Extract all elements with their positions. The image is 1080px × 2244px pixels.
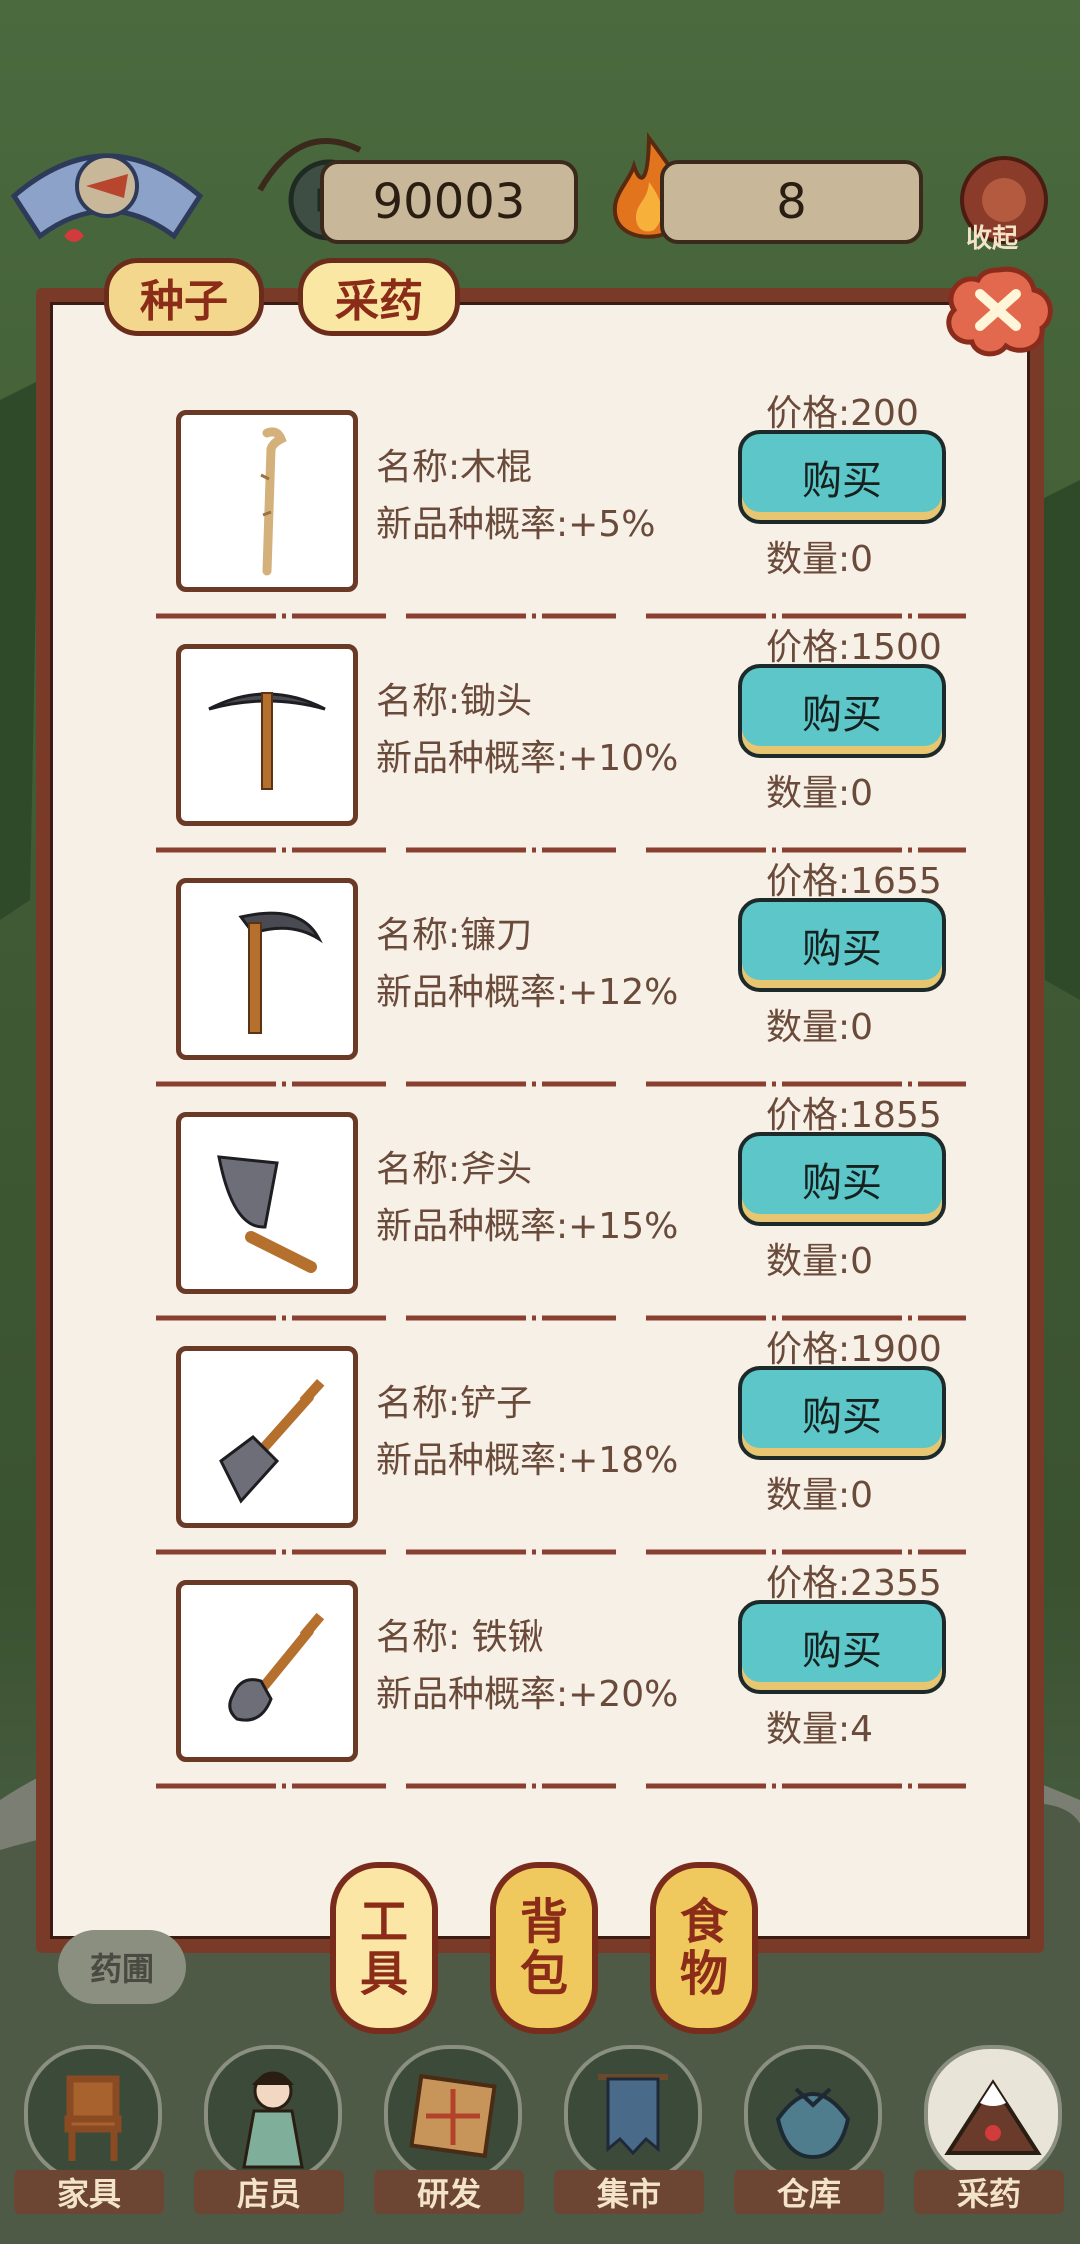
item-rate: 新品种概率:+5% (376, 504, 656, 545)
item-quantity: 数量:0 (766, 1475, 874, 1516)
nav-label: 研发 (374, 2170, 524, 2214)
list-item: 名称:铲子 新品种概率:+18% 价格:1900 购买 数量:0 (140, 1329, 970, 1571)
item-rate: 新品种概率:+20% (376, 1674, 679, 1715)
clerk-icon (204, 2045, 342, 2183)
nav-label: 集市 (554, 2170, 704, 2214)
tab-food-char2: 物 (679, 1946, 728, 2002)
item-price: 价格:200 (766, 393, 919, 434)
list-item: 名称:锄头 新品种概率:+10% 价格:1500 购买 数量:0 (140, 627, 970, 869)
nav-furniture[interactable]: 家具 (14, 2045, 164, 2225)
close-button[interactable] (940, 262, 1056, 358)
item-rate: 新品种概率:+15% (376, 1206, 679, 1247)
axe-icon (217, 1155, 317, 1273)
tab-food-char1: 食 (679, 1894, 728, 1950)
buy-button[interactable]: 购买 (738, 898, 946, 992)
nav-label: 仓库 (734, 2170, 884, 2214)
item-name: 名称: 铁锹 (376, 1617, 544, 1658)
item-name: 名称:铲子 (376, 1383, 533, 1424)
item-quantity: 数量:0 (766, 773, 874, 814)
list-item: 名称: 铁锹 新品种概率:+20% 价格:2355 购买 数量:4 (140, 1563, 970, 1805)
buy-button[interactable]: 购买 (738, 664, 946, 758)
coin-counter: 90003 (320, 160, 578, 244)
tab-herb-gathering[interactable]: 采药 (298, 258, 460, 336)
nav-warehouse[interactable]: 仓库 (734, 2045, 884, 2225)
item-image (176, 410, 358, 592)
buy-button[interactable]: 购买 (738, 1366, 946, 1460)
list-item: 名称:斧头 新品种概率:+15% 价格:1855 购买 数量:0 (140, 1095, 970, 1337)
buy-button[interactable]: 购买 (738, 1600, 946, 1694)
wooden-stick-icon (260, 427, 287, 576)
tab-tools-char1: 工 (359, 1894, 408, 1950)
tab-tools[interactable]: 工 具 (330, 1862, 438, 2034)
list-item: 名称:木棍 新品种概率:+5% 价格:200 购买 数量:0 (140, 393, 970, 635)
item-quantity: 数量:0 (766, 539, 874, 580)
item-price: 价格:1900 (766, 1329, 942, 1370)
fan-emblem-icon[interactable] (4, 136, 210, 246)
close-icon (946, 266, 1053, 357)
shovel-icon (219, 1378, 325, 1504)
item-price: 价格:2355 (766, 1563, 942, 1604)
item-price: 价格:1655 (766, 861, 942, 902)
garden-badge[interactable]: 药圃 (58, 1930, 186, 2004)
market-icon (564, 2045, 702, 2183)
tab-backpack[interactable]: 背 包 (490, 1862, 598, 2034)
buy-button[interactable]: 购买 (738, 430, 946, 524)
collapse-button[interactable]: 收起 (956, 156, 1052, 254)
buy-button[interactable]: 购买 (738, 1132, 946, 1226)
mountain-icon (924, 2045, 1062, 2183)
nav-label: 店员 (194, 2170, 344, 2214)
item-image (176, 644, 358, 826)
item-name: 名称:斧头 (376, 1149, 533, 1190)
spade-icon (228, 1612, 325, 1722)
item-name: 名称:木棍 (376, 447, 533, 488)
item-quantity: 数量:0 (766, 1007, 874, 1048)
item-name: 名称:锄头 (376, 681, 533, 722)
tab-backpack-char1: 背 (519, 1894, 568, 1950)
nav-research[interactable]: 研发 (374, 2045, 524, 2225)
fire-counter: 8 (660, 160, 923, 244)
item-rate: 新品种概率:+18% (376, 1440, 679, 1481)
item-image (176, 878, 358, 1060)
nav-herb-gathering[interactable]: 采药 (914, 2045, 1064, 2225)
garden-label: 药圃 (89, 1950, 154, 1988)
tab-tools-char2: 具 (359, 1946, 408, 2002)
item-image (176, 1346, 358, 1528)
item-image (176, 1112, 358, 1294)
nav-clerk[interactable]: 店员 (194, 2045, 344, 2225)
research-icon (384, 2045, 522, 2183)
tab-seeds[interactable]: 种子 (104, 258, 264, 336)
item-rate: 新品种概率:+12% (376, 972, 679, 1013)
list-item: 名称:镰刀 新品种概率:+12% 价格:1655 购买 数量:0 (140, 861, 970, 1103)
divider (156, 1783, 966, 1789)
item-quantity: 数量:4 (766, 1709, 874, 1750)
item-price: 价格:1855 (766, 1095, 942, 1136)
item-rate: 新品种概率:+10% (376, 738, 679, 779)
sickle-icon (238, 911, 323, 1034)
collapse-label: 收起 (966, 224, 1019, 254)
warehouse-icon (744, 2045, 882, 2183)
nav-label: 家具 (14, 2170, 164, 2214)
tab-food[interactable]: 食 物 (650, 1862, 758, 2034)
item-price: 价格:1500 (766, 627, 942, 668)
item-image (176, 1580, 358, 1762)
tab-backpack-char2: 包 (519, 1946, 568, 2002)
nav-market[interactable]: 集市 (554, 2045, 704, 2225)
chair-icon (24, 2045, 162, 2183)
item-quantity: 数量:0 (766, 1241, 874, 1282)
nav-label: 采药 (914, 2170, 1064, 2214)
item-name: 名称:镰刀 (376, 915, 533, 956)
pickaxe-icon (208, 692, 326, 790)
